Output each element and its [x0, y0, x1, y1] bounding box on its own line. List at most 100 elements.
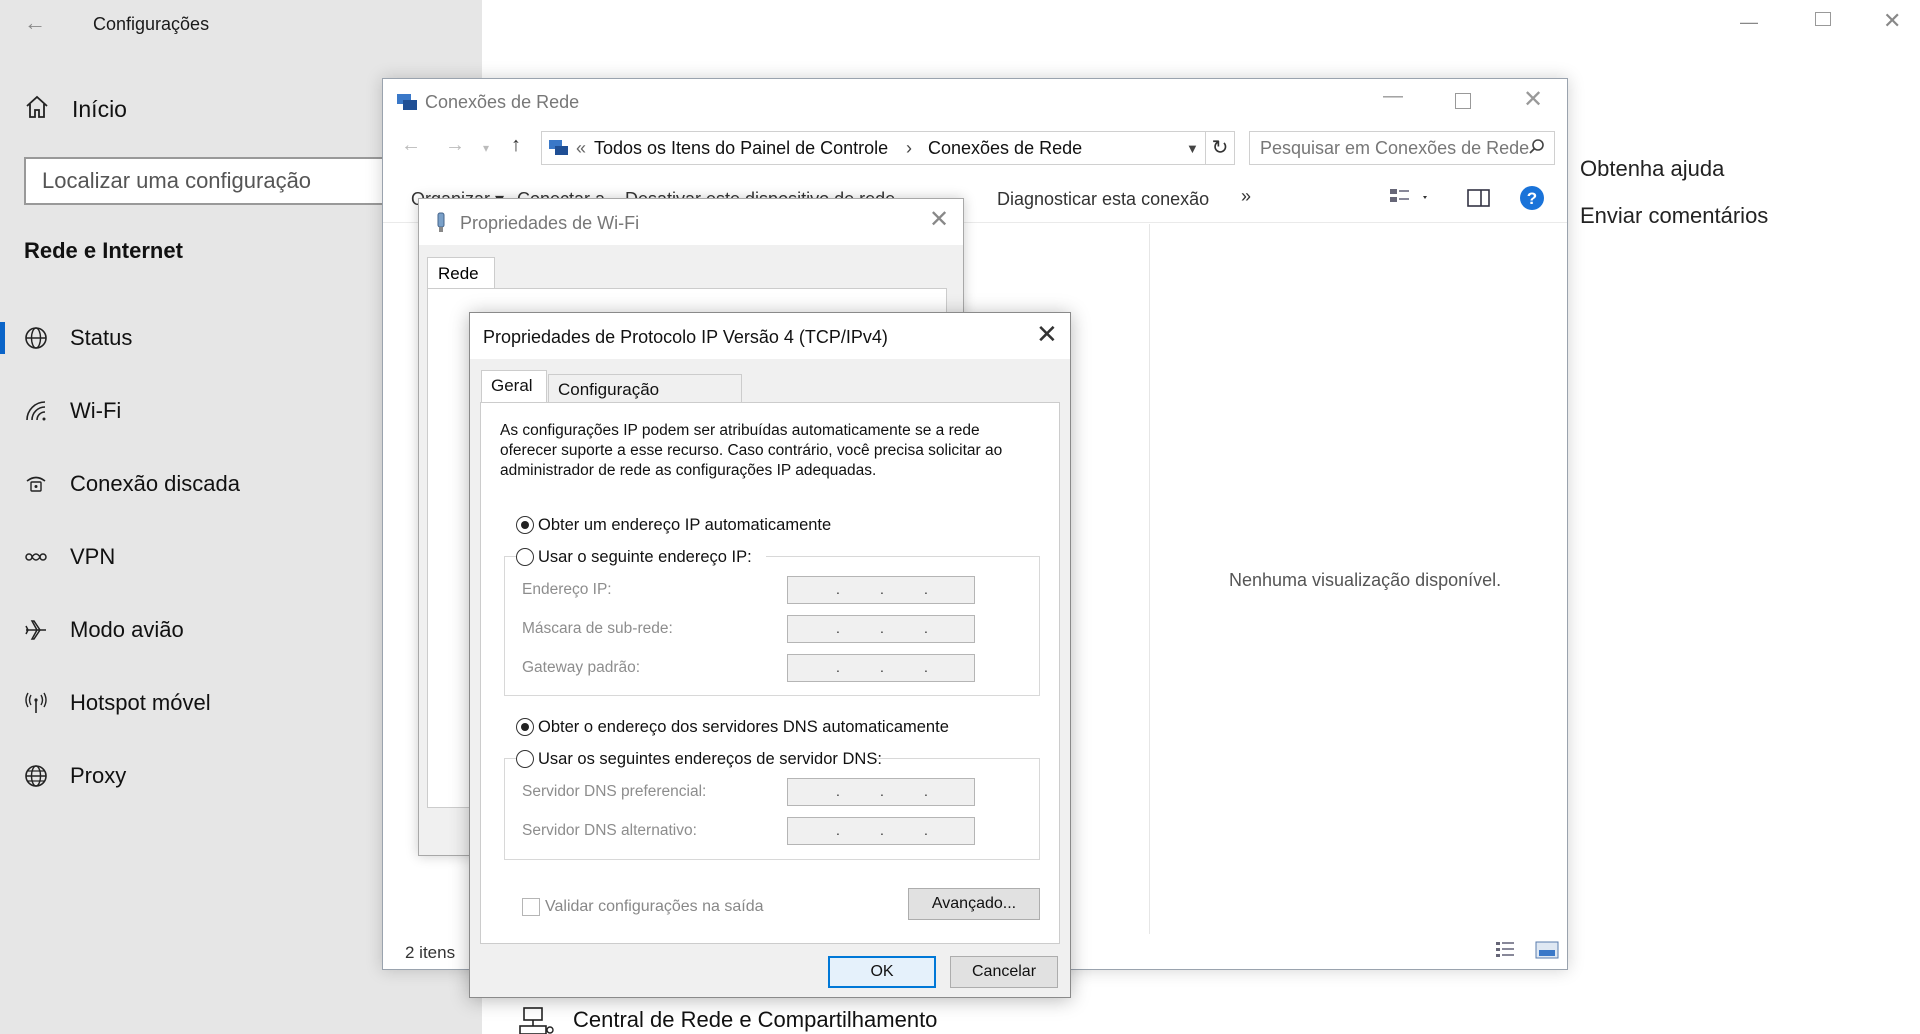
nav-label: Modo avião	[70, 617, 184, 642]
radio-label: Usar os seguintes endereços de servidor …	[538, 750, 882, 768]
tab-rede[interactable]: Rede	[427, 257, 495, 289]
window-title: Conexões de Rede	[425, 92, 580, 112]
network-sharing-center-link[interactable]: Central de Rede e Compartilhamento	[518, 1004, 1018, 1034]
recent-chevron-icon[interactable]: ▾	[483, 141, 489, 155]
radio-label: Usar o seguinte endereço IP:	[538, 548, 752, 566]
breadcrumb-current[interactable]: Conexões de Rede	[928, 138, 1082, 159]
help-icon[interactable]: ?	[1519, 185, 1545, 211]
feedback-link[interactable]: Enviar comentários	[1580, 203, 1768, 229]
nav-label: Hotspot móvel	[70, 690, 211, 715]
globe-icon	[25, 765, 47, 787]
title-bar: Propriedades de Wi-Fi ✕	[419, 199, 963, 245]
vpn-icon	[25, 553, 47, 561]
hotspot-icon	[25, 692, 47, 713]
subnet-mask-input: ...	[787, 615, 975, 643]
dialup-icon	[26, 476, 46, 492]
minimize-button[interactable]: —	[1740, 12, 1758, 33]
control-panel-icon	[549, 140, 568, 155]
dns-preferred-input: ...	[787, 778, 975, 806]
maximize-button[interactable]	[1815, 12, 1831, 26]
tab-general[interactable]: Geral	[481, 370, 547, 403]
radio-dns-manual[interactable]: Usar os seguintes endereços de servidor …	[516, 749, 882, 771]
help-link[interactable]: Obtenha ajuda	[1580, 156, 1724, 182]
window-title: Propriedades de Wi-Fi	[460, 213, 640, 233]
view-toggle-icons[interactable]	[1493, 939, 1563, 961]
forward-arrow-icon[interactable]: →	[445, 134, 465, 157]
nav-item-hotspot[interactable]: Hotspot móvel	[0, 681, 400, 725]
validate-label: Validar configurações na saída	[545, 898, 764, 915]
nav-item-status[interactable]: Status	[0, 316, 400, 360]
back-arrow-icon[interactable]: ←	[24, 10, 46, 36]
airplane-icon	[25, 620, 46, 640]
ipv4-properties-dialog: Propriedades de Protocolo IP Versão 4 (T…	[469, 312, 1071, 998]
nav-item-dialup[interactable]: Conexão discada	[0, 462, 400, 506]
radio-button[interactable]	[516, 718, 534, 736]
close-button[interactable]: ✕	[1036, 319, 1058, 350]
preview-pane-icon[interactable]	[1467, 189, 1491, 209]
home-icon	[26, 95, 48, 118]
address-bar[interactable]: « Todos os Itens do Painel de Controle ›…	[541, 131, 1206, 165]
section-title: Rede e Internet	[24, 238, 183, 263]
globe-icon	[25, 327, 47, 349]
chevron-down-icon[interactable]: ▼	[1186, 141, 1199, 156]
maximize-button[interactable]	[1455, 93, 1471, 109]
nav-item-proxy[interactable]: Proxy	[0, 754, 400, 798]
cancel-button[interactable]: Cancelar	[950, 956, 1058, 988]
refresh-button[interactable]: ↻	[1205, 131, 1235, 165]
breadcrumb-overflow[interactable]: «	[576, 138, 586, 159]
dns-alternate-input: ...	[787, 817, 975, 845]
network-connections-icon	[397, 94, 417, 110]
ip-description: As configurações IP podem ser atribuídas…	[500, 422, 1003, 479]
preview-message: Nenhuma visualização disponível.	[1229, 570, 1502, 590]
nav-label: VPN	[70, 544, 116, 569]
radio-button[interactable]	[516, 750, 534, 768]
back-arrow-icon[interactable]: ←	[401, 134, 421, 157]
dns-alternate-label: Servidor DNS alternativo:	[522, 822, 697, 839]
change-view-icon[interactable]	[1389, 187, 1431, 209]
validate-checkbox	[522, 898, 540, 916]
nav-label: Status	[70, 325, 133, 350]
ok-button[interactable]: OK	[828, 956, 936, 988]
radio-label: Obter um endereço IP automaticamente	[538, 516, 832, 534]
up-arrow-icon[interactable]: ↑	[511, 134, 521, 157]
breadcrumb-root[interactable]: Todos os Itens do Painel de Controle	[594, 138, 888, 159]
ip-address-label: Endereço IP:	[522, 581, 612, 598]
nav-item-vpn[interactable]: VPN	[0, 535, 400, 579]
home-nav-item[interactable]: Início	[24, 94, 384, 126]
close-button[interactable]: ✕	[1523, 85, 1543, 114]
nav-label: Conexão discada	[70, 471, 241, 496]
nav-item-airplane[interactable]: Modo avião	[0, 608, 400, 652]
diagnose-button[interactable]: Diagnosticar esta conexão	[997, 189, 1209, 210]
gateway-input: ...	[787, 654, 975, 682]
radio-button[interactable]	[516, 548, 534, 566]
tab-alternate-config[interactable]: Configuração alternativa	[548, 374, 742, 419]
nav-label: Wi-Fi	[70, 398, 122, 423]
wifi-icon	[26, 401, 46, 421]
radio-ip-manual[interactable]: Usar o seguinte endereço IP:	[516, 547, 766, 569]
title-bar: Conexões de Rede — ✕	[383, 79, 1567, 125]
nav-label: Proxy	[70, 763, 127, 788]
dns-preferred-label: Servidor DNS preferencial:	[522, 783, 707, 800]
radio-button[interactable]	[516, 516, 534, 534]
radio-label: Obter o endereço dos servidores DNS auto…	[538, 718, 949, 736]
gateway-label: Gateway padrão:	[522, 659, 641, 676]
settings-search-input[interactable]: Localizar uma configuração	[24, 157, 404, 205]
svg-text:?: ?	[1527, 189, 1537, 208]
title-bar: Propriedades de Protocolo IP Versão 4 (T…	[470, 313, 1070, 359]
status-item-count: 2 itens	[405, 943, 456, 962]
more-commands-button[interactable]: »	[1241, 186, 1251, 207]
home-label: Início	[72, 96, 127, 122]
close-button[interactable]: ✕	[929, 205, 949, 234]
network-center-label: Central de Rede e Compartilhamento	[573, 1007, 938, 1032]
subnet-mask-label: Máscara de sub-rede:	[522, 620, 673, 637]
ip-address-input: ...	[787, 576, 975, 604]
advanced-button[interactable]: Avançado...	[908, 888, 1040, 920]
wifi-adapter-icon	[437, 212, 445, 232]
breadcrumb-separator-icon: ›	[906, 138, 912, 158]
minimize-button[interactable]: —	[1383, 85, 1403, 108]
window-title: Propriedades de Protocolo IP Versão 4 (T…	[483, 327, 888, 347]
close-button[interactable]: ✕	[1883, 8, 1901, 34]
explorer-search-input[interactable]: Pesquisar em Conexões de Rede	[1249, 131, 1555, 165]
nav-item-wifi[interactable]: Wi-Fi	[0, 389, 400, 433]
search-icon	[1529, 139, 1544, 154]
